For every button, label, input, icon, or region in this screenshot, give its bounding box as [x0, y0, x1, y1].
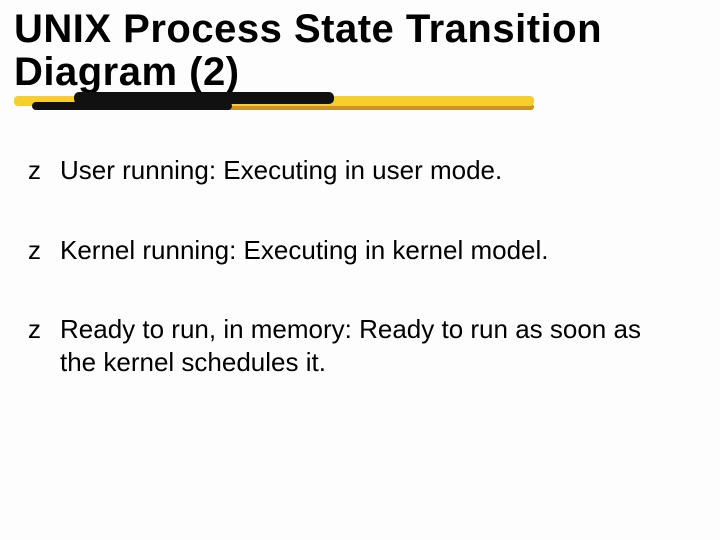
bullet-glyph-icon: z: [28, 313, 46, 346]
bullet-glyph-icon: z: [28, 234, 46, 267]
title-underline-decoration: [14, 92, 706, 120]
bullet-glyph-icon: z: [28, 154, 46, 187]
list-item: z Ready to run, in memory: Ready to run …: [28, 313, 684, 380]
title-block: UNIX Process State Transition Diagram (2…: [0, 0, 720, 120]
slide-title: UNIX Process State Transition Diagram (2…: [14, 8, 706, 94]
list-item: z Kernel running: Executing in kernel mo…: [28, 234, 684, 267]
bullet-text: Kernel running: Executing in kernel mode…: [60, 234, 684, 267]
list-item: z User running: Executing in user mode.: [28, 154, 684, 187]
bullet-text: User running: Executing in user mode.: [60, 154, 684, 187]
bullet-list: z User running: Executing in user mode. …: [0, 120, 720, 379]
bullet-text: Ready to run, in memory: Ready to run as…: [60, 313, 684, 380]
